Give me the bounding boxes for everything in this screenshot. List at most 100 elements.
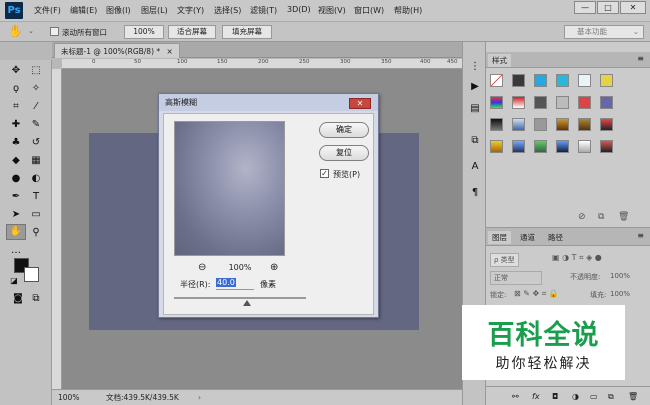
ok-button[interactable]: 确定 xyxy=(319,122,369,138)
healing-brush-icon[interactable]: ✚ xyxy=(8,118,24,132)
menu-3d[interactable]: 3D(D) xyxy=(287,5,311,14)
panel-menu-icon[interactable]: ≡ xyxy=(637,231,644,240)
style-swatch[interactable] xyxy=(512,118,525,131)
shape-tool-icon[interactable]: ▭ xyxy=(28,208,44,222)
clear-style-icon[interactable]: ⊘ xyxy=(578,212,586,222)
gradient-tool-icon[interactable]: ▦ xyxy=(28,154,44,168)
clone-stamp-icon[interactable]: ♣ xyxy=(8,136,24,150)
style-swatch[interactable] xyxy=(556,140,569,153)
brush-tool-icon[interactable]: ✎ xyxy=(28,118,44,132)
dialog-title-bar[interactable]: 高斯模糊 xyxy=(159,94,378,111)
more-tools-icon[interactable]: … xyxy=(8,244,24,258)
style-swatch[interactable] xyxy=(534,118,547,131)
hand-tool-icon[interactable]: ✋ xyxy=(8,24,23,38)
move-tool-icon[interactable]: ✥ xyxy=(8,64,24,78)
new-style-icon[interactable]: ⧉ xyxy=(598,212,604,222)
hand-tool-icon[interactable]: ✋ xyxy=(6,224,26,240)
menu-filter[interactable]: 滤镜(T) xyxy=(250,5,277,16)
close-window-button[interactable]: ✕ xyxy=(620,1,646,14)
eyedropper-icon[interactable]: ⁄ xyxy=(28,100,44,114)
crop-tool-icon[interactable]: ⌗ xyxy=(8,100,24,114)
style-swatch[interactable] xyxy=(534,140,547,153)
history-icon[interactable]: ⋮ xyxy=(467,60,483,74)
blend-mode-select[interactable]: 正常 xyxy=(490,271,542,285)
document-tab[interactable]: 未标题-1 @ 100%(RGB/8) * × xyxy=(54,43,180,58)
new-group-icon[interactable]: ▭ xyxy=(590,387,598,405)
pen-tool-icon[interactable]: ✒ xyxy=(8,190,24,204)
background-color-swatch[interactable] xyxy=(24,267,39,282)
fill-value[interactable]: 100% xyxy=(610,290,630,298)
style-swatch[interactable] xyxy=(578,118,591,131)
opacity-value[interactable]: 100% xyxy=(610,272,630,280)
play-icon[interactable]: ▶ xyxy=(467,80,483,94)
style-swatch[interactable] xyxy=(512,96,525,109)
blur-preview[interactable] xyxy=(174,121,285,256)
lasso-tool-icon[interactable]: ϙ xyxy=(8,82,24,96)
style-swatch[interactable] xyxy=(512,74,525,87)
radius-input[interactable]: 40.0 xyxy=(216,278,254,290)
preview-checkbox[interactable]: ✓ xyxy=(320,169,329,178)
style-swatch[interactable] xyxy=(578,96,591,109)
menu-layer[interactable]: 图层(L) xyxy=(141,5,168,16)
menu-image[interactable]: 图像(I) xyxy=(106,5,131,16)
radius-slider[interactable] xyxy=(174,297,306,299)
type-tool-icon[interactable]: T xyxy=(28,190,44,204)
add-mask-icon[interactable]: ◘ xyxy=(552,387,558,405)
tab-close-icon[interactable]: × xyxy=(167,47,173,56)
style-swatch[interactable] xyxy=(600,118,613,131)
zoom-100-button[interactable]: 100% xyxy=(124,25,164,39)
history-brush-icon[interactable]: ↺ xyxy=(28,136,44,150)
zoom-out-icon[interactable]: ⊖ xyxy=(198,262,206,273)
scroll-all-checkbox[interactable] xyxy=(50,27,59,36)
blur-tool-icon[interactable]: ● xyxy=(8,172,24,186)
style-swatch[interactable] xyxy=(490,118,503,131)
screen-mode-icon[interactable]: ⧉ xyxy=(28,292,44,306)
style-swatch[interactable] xyxy=(556,74,569,87)
delete-style-icon[interactable]: 🗑 xyxy=(618,212,629,222)
style-swatch[interactable] xyxy=(512,140,525,153)
style-swatch[interactable] xyxy=(534,96,547,109)
zoom-in-icon[interactable]: ⊕ xyxy=(270,262,278,273)
character-icon[interactable]: A xyxy=(467,160,483,174)
menu-help[interactable]: 帮助(H) xyxy=(394,5,422,16)
fit-screen-button[interactable]: 适合屏幕 xyxy=(168,25,216,39)
style-swatch[interactable] xyxy=(578,140,591,153)
menu-select[interactable]: 选择(S) xyxy=(214,5,241,16)
chevron-right-icon[interactable]: › xyxy=(198,390,201,405)
layer-filter-icons[interactable]: ▣ ◑ T ⌗ ◈ ● xyxy=(552,253,602,263)
path-select-icon[interactable]: ➤ xyxy=(8,208,24,222)
adjustment-layer-icon[interactable]: ◑ xyxy=(572,387,579,405)
tab-styles[interactable]: 样式 xyxy=(488,54,511,67)
radius-slider-thumb[interactable] xyxy=(243,300,251,306)
dodge-tool-icon[interactable]: ◐ xyxy=(28,172,44,186)
style-swatch[interactable] xyxy=(490,96,503,109)
status-zoom[interactable]: 100% xyxy=(58,390,79,405)
eraser-tool-icon[interactable]: ◆ xyxy=(8,154,24,168)
style-swatch[interactable] xyxy=(490,140,503,153)
style-swatch[interactable] xyxy=(600,74,613,87)
style-swatch[interactable] xyxy=(534,74,547,87)
magic-wand-icon[interactable]: ✧ xyxy=(28,82,44,96)
quick-mask-icon[interactable]: ◙ xyxy=(10,292,26,306)
marquee-tool-icon[interactable]: ⬚ xyxy=(28,64,44,78)
style-swatch[interactable] xyxy=(490,74,503,87)
fx-icon[interactable]: fx xyxy=(532,387,540,405)
menu-type[interactable]: 文字(Y) xyxy=(177,5,204,16)
clone-source-icon[interactable]: ⧉ xyxy=(467,134,483,148)
menu-file[interactable]: 文件(F) xyxy=(34,5,61,16)
properties-icon[interactable]: ▤ xyxy=(467,102,483,116)
paragraph-icon[interactable]: ¶ xyxy=(467,186,483,200)
default-colors-icon[interactable]: ◪ xyxy=(6,274,22,288)
workspace-select[interactable]: 基本功能 ⌄ xyxy=(564,25,644,39)
new-layer-icon[interactable]: ⧉ xyxy=(608,387,614,405)
layer-filter-select[interactable]: ρ 类型 xyxy=(490,253,519,267)
style-swatch[interactable] xyxy=(578,74,591,87)
tab-paths[interactable]: 路径 xyxy=(544,231,567,244)
reset-button[interactable]: 复位 xyxy=(319,145,369,161)
tab-channels[interactable]: 通道 xyxy=(516,231,539,244)
style-swatch[interactable] xyxy=(556,96,569,109)
fill-screen-button[interactable]: 填充屏幕 xyxy=(222,25,272,39)
style-swatch[interactable] xyxy=(600,140,613,153)
menu-view[interactable]: 视图(V) xyxy=(318,5,346,16)
chevron-down-icon[interactable]: ⌄ xyxy=(28,27,34,35)
